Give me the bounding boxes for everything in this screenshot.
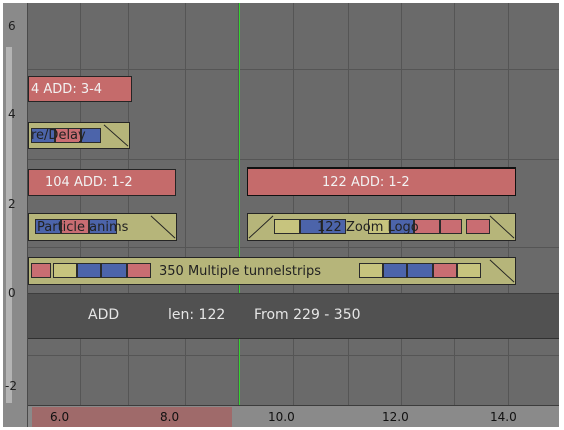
strip-range-label: From 229 - 350 (254, 307, 361, 323)
strip-multiple-tunnelstrips[interactable]: 350 Multiple tunnelstrips (28, 257, 516, 285)
strip-slot (127, 263, 151, 278)
strip-add-1-2[interactable]: 104 ADD: 1-2 (28, 169, 176, 196)
grid-line (293, 3, 294, 405)
grid-line (454, 3, 455, 405)
strip-particle-anims[interactable]: Particle anims (28, 213, 177, 241)
strip-slot (407, 263, 433, 278)
strip-handle-icon (150, 215, 176, 239)
strip-slot (274, 219, 300, 234)
strip-handle-icon (248, 215, 274, 239)
channel-ruler: 6 4 2 0 -2 (3, 3, 28, 427)
grid-line (348, 3, 349, 405)
strip-handle-icon (103, 124, 129, 147)
strip-handle-icon (489, 215, 515, 239)
grid-line (185, 3, 186, 405)
frame-cursor[interactable] (239, 3, 240, 405)
grid-line (28, 159, 559, 160)
strip-canvas[interactable]: 4 ADD: 3-4 re/Delay 104 ADD: 1-2 122 ADD… (28, 3, 559, 405)
strip-label: 122 ADD: 1-2 (322, 174, 410, 190)
strip-slot (433, 263, 457, 278)
strip-slot (31, 263, 51, 278)
strip-handle-icon (489, 259, 515, 283)
strip-label: 122 Zoom Logo (317, 219, 419, 235)
strip-slot (101, 263, 127, 278)
strip-slot (440, 219, 462, 234)
strip-length-label: len: 122 (168, 307, 226, 323)
y-tick-label: -2 (5, 379, 17, 393)
strip-slot (466, 219, 490, 234)
strip-label: 350 Multiple tunnelstrips (159, 263, 321, 279)
x-tick-label: 6.0 (50, 410, 70, 424)
x-tick-label: 8.0 (160, 410, 180, 424)
strip-slot (53, 263, 77, 278)
grid-line (80, 3, 81, 405)
x-tick-label: 14.0 (490, 410, 517, 424)
strip-slot (359, 263, 383, 278)
grid-line (401, 3, 402, 405)
strip-slot (457, 263, 481, 278)
x-tick-label: 10.0 (268, 410, 295, 424)
strip-label: 4 ADD: 3-4 (31, 81, 103, 97)
grid-line (128, 3, 129, 405)
y-tick-label: 0 (8, 286, 16, 300)
grid-line (28, 355, 559, 356)
strip-slot (77, 263, 101, 278)
strip-label: 104 ADD: 1-2 (45, 175, 133, 190)
x-tick-label: 12.0 (382, 410, 409, 424)
y-tick-label: 6 (8, 19, 16, 33)
y-tick-label: 4 (8, 107, 16, 121)
strip-add-3-4[interactable]: 4 ADD: 3-4 (28, 76, 132, 102)
strip-label: re/Delay (31, 128, 86, 143)
grid-line (508, 3, 509, 405)
strip-type-label: ADD (88, 307, 120, 323)
sequence-editor[interactable]: 6 4 2 0 -2 4 ADD: 3-4 re/Delay 104 ADD: … (3, 3, 559, 427)
y-tick-label: 2 (8, 197, 16, 211)
strip-slot (383, 263, 407, 278)
strip-label: Particle anims (37, 219, 129, 235)
strip-add-122[interactable]: 122 ADD: 1-2 (247, 167, 516, 196)
strip-zoom-logo[interactable]: 122 Zoom Logo (247, 213, 516, 241)
vertical-scrollbar[interactable] (6, 47, 12, 403)
frame-ruler[interactable]: 6.0 8.0 10.0 12.0 14.0 (28, 405, 559, 427)
grid-line (28, 69, 559, 70)
strip-delay[interactable]: re/Delay (28, 122, 130, 149)
grid-line (28, 247, 559, 248)
strip-info-bar: ADD len: 122 From 229 - 350 (28, 293, 559, 339)
